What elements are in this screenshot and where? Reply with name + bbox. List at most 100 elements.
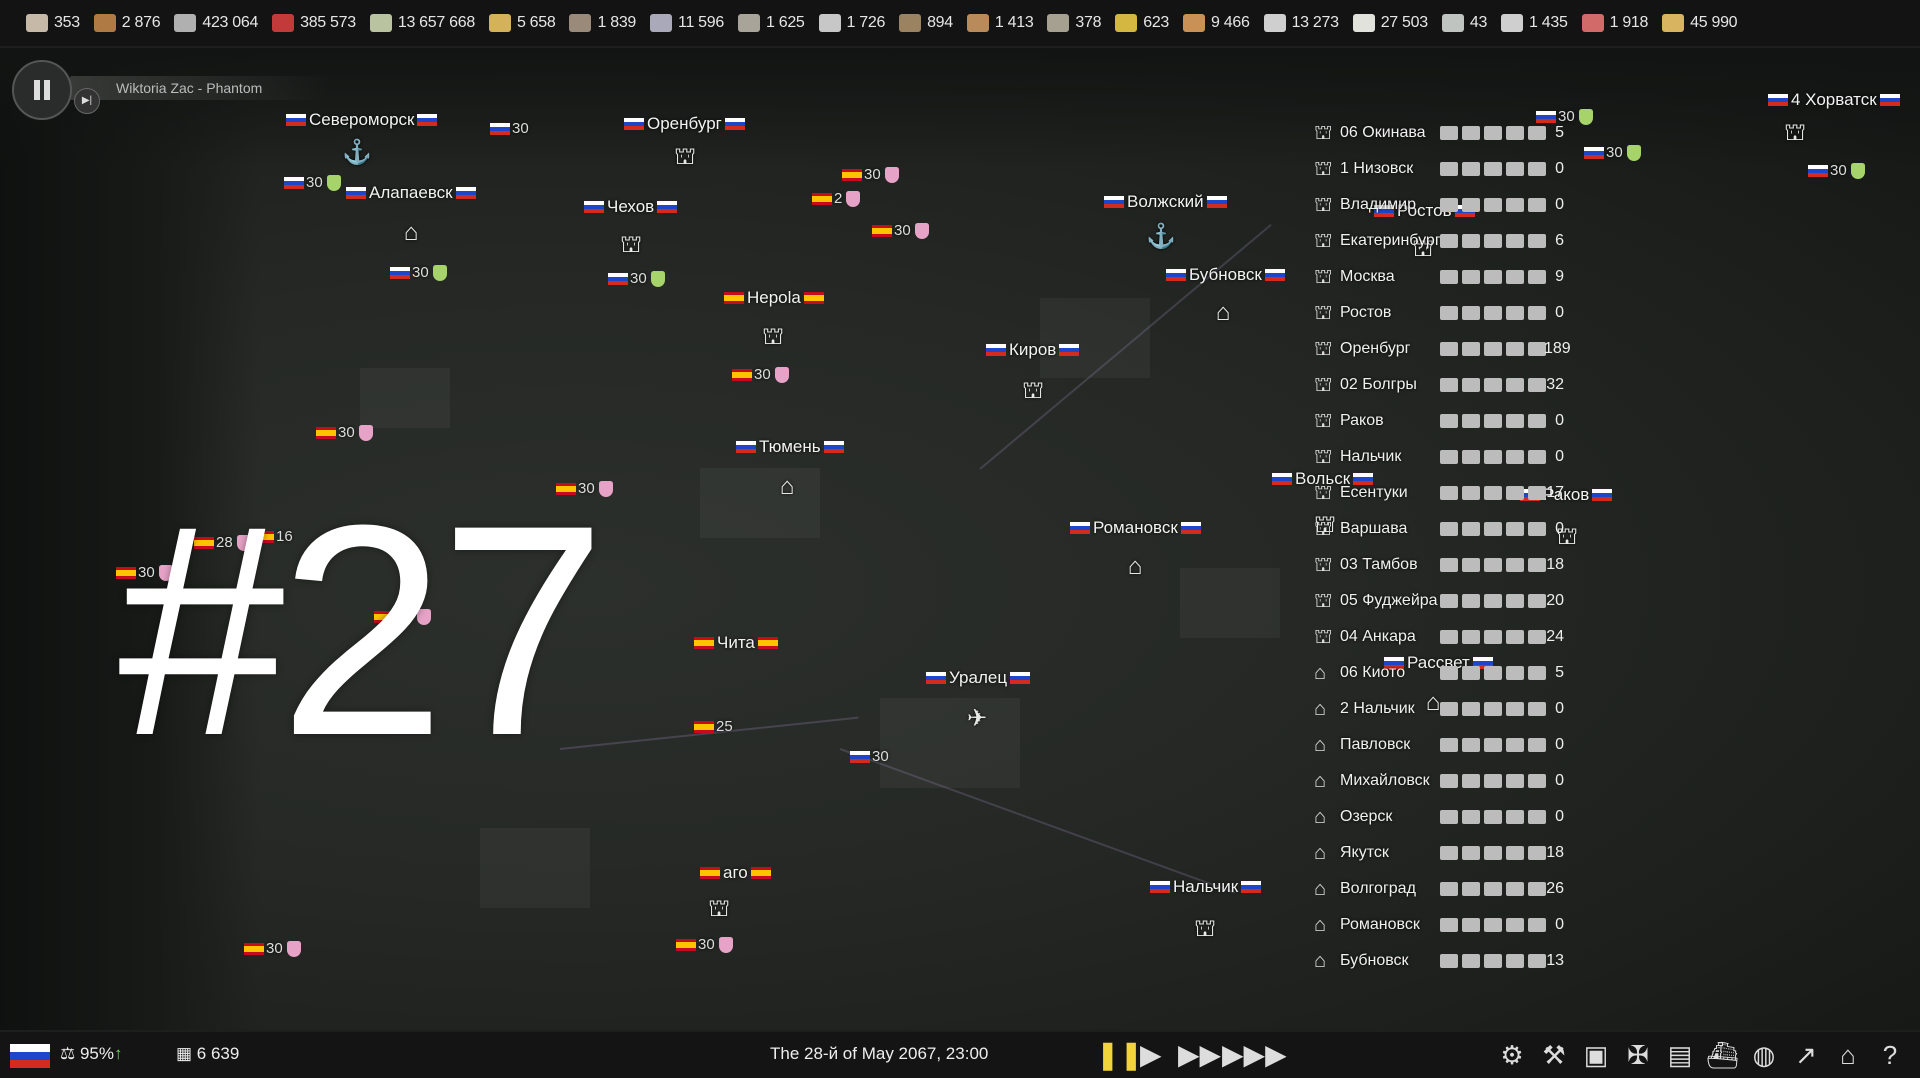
resource-paper[interactable]: 353	[26, 14, 80, 32]
city-list-row[interactable]: ⌂ Михайловск 0	[1296, 766, 1920, 795]
city-list-panel[interactable]: ⛫ 06 Окинава 5 ⛫ 1 Низовск 0 ⛫ Владимир 0 ⛫ Екатер…	[1296, 118, 1920, 1006]
play-button[interactable]: ▶	[1140, 1040, 1162, 1070]
resource-meat[interactable]: 1 918	[1581, 14, 1648, 32]
city-label[interactable]: Североморск	[286, 110, 438, 130]
city-list-row[interactable]: ⌂ 2 Нальчик 0	[1296, 694, 1920, 723]
building-icon[interactable]: ⛫	[758, 324, 788, 350]
resource-fabric[interactable]: 43	[1441, 14, 1487, 32]
resource-ore[interactable]: 894	[899, 14, 953, 32]
next-track-button[interactable]: ▶|	[74, 88, 100, 114]
industry-icon[interactable]: ▣	[1580, 1038, 1612, 1072]
city-label[interactable]: Нерola	[724, 288, 824, 308]
city-label[interactable]: Бубновск	[1166, 265, 1285, 285]
building-icon[interactable]: ⛫	[616, 232, 646, 258]
city-list-row[interactable]: ⌂ Романовск 0	[1296, 910, 1920, 939]
city-list-row[interactable]: ⌂ 06 Киото 5	[1296, 658, 1920, 687]
military-icon[interactable]: ✠	[1622, 1038, 1654, 1072]
building-icon[interactable]: ⌂	[396, 220, 426, 246]
city-list-row[interactable]: ⌂ Бубновск 13	[1296, 946, 1920, 975]
army-unit[interactable]: 30	[284, 174, 341, 191]
statistics-chart-icon[interactable]: ↗	[1790, 1038, 1822, 1072]
city-label[interactable]: Романовск	[1070, 518, 1201, 538]
city-label[interactable]: Алапаевск	[346, 183, 476, 203]
resource-grain[interactable]: 45 990	[1662, 14, 1738, 32]
building-icon[interactable]: ⌂	[1208, 300, 1238, 326]
city-label[interactable]: Волжский	[1104, 192, 1227, 212]
army-unit[interactable]: 30	[732, 366, 789, 383]
city-list-row[interactable]: ⛫ 06 Окинава 5	[1296, 118, 1920, 147]
building-icon[interactable]: ⌂	[772, 474, 802, 500]
resource-plank[interactable]: 1 413	[966, 14, 1034, 32]
city-list-row[interactable]: ⛫ 04 Анкара 24	[1296, 622, 1920, 651]
army-unit[interactable]: 30	[676, 936, 733, 953]
city-list-row[interactable]: ⛫ Нальчик 0	[1296, 442, 1920, 471]
city-list-row[interactable]: ⛫ Оренбург 189	[1296, 334, 1920, 363]
city-label[interactable]: Уралец	[926, 668, 1031, 688]
city-list-row[interactable]: ⛫ Екатеринбург 6	[1296, 226, 1920, 255]
city-list-row[interactable]: ⛫ Ростов 0	[1296, 298, 1920, 327]
city-list-row[interactable]: ⛫ Варшава 0	[1296, 514, 1920, 543]
resource-steel[interactable]: 11 596	[650, 14, 724, 32]
building-icon[interactable]: ⛫	[1190, 916, 1220, 942]
city-list-row[interactable]: ⌂ Озерск 0	[1296, 802, 1920, 831]
anchor-icon[interactable]: ⚓	[342, 140, 372, 166]
airport-icon[interactable]: ✈	[962, 706, 992, 732]
building-icon[interactable]: ⛫	[670, 144, 700, 170]
city-list-row[interactable]: ⛫ 02 Болгры 32	[1296, 370, 1920, 399]
fast-forward-button[interactable]: ▶▶	[1178, 1040, 1221, 1070]
city-list-row[interactable]: ⌂ Якутск 18	[1296, 838, 1920, 867]
army-unit[interactable]: 30	[490, 120, 533, 137]
pause-button[interactable]: ❚❚	[1096, 1040, 1143, 1070]
city-label[interactable]: Чита	[694, 633, 778, 653]
city-label[interactable]: Оренбург	[624, 114, 745, 134]
resource-bottle[interactable]: 1 435	[1501, 14, 1568, 32]
resource-wood[interactable]: 2 876	[93, 14, 161, 32]
city-list-row[interactable]: ⛫ Есентуки 17	[1296, 478, 1920, 507]
army-unit[interactable]: 30	[390, 264, 447, 281]
army-unit[interactable]: 30	[850, 748, 893, 765]
pause-music-button[interactable]	[12, 60, 72, 120]
resource-coal[interactable]: 378	[1047, 14, 1102, 32]
resource-bread[interactable]: 9 466	[1183, 14, 1250, 32]
resource-gravel[interactable]: 1 625	[737, 14, 805, 32]
army-unit[interactable]: 30	[872, 222, 929, 239]
army-unit[interactable]: 2	[812, 190, 861, 207]
army-unit[interactable]: 30	[608, 270, 665, 287]
building-icon[interactable]: ⛫	[704, 896, 734, 922]
army-unit[interactable]: 30	[244, 940, 301, 957]
city-label[interactable]: Нальчик	[1150, 877, 1262, 897]
building-icon[interactable]: ⛫	[1018, 378, 1048, 404]
resource-concrete[interactable]: 13 273	[1263, 14, 1339, 32]
country-flag[interactable]	[10, 1044, 50, 1068]
city-label[interactable]: аго	[700, 863, 771, 883]
resource-feather[interactable]: 423 064	[174, 14, 258, 32]
city-list-row[interactable]: ⌂ Павловск 0	[1296, 730, 1920, 759]
resource-rubble[interactable]: 1 839	[569, 14, 636, 32]
city-list-row[interactable]: ⛫ 1 Низовск 0	[1296, 154, 1920, 183]
army-unit[interactable]: 30	[842, 166, 899, 183]
army-unit[interactable]: 30	[316, 424, 373, 441]
city-list-row[interactable]: ⛫ Раков 0	[1296, 406, 1920, 435]
resource-gold[interactable]: 623	[1115, 14, 1169, 32]
resource-meat-red[interactable]: 385 573	[272, 14, 356, 32]
ship-icon[interactable]: ⛴	[1706, 1038, 1739, 1072]
approval-rating[interactable]: ⚖ 95%↑	[60, 1044, 123, 1064]
building-icon[interactable]: ⌂	[1120, 554, 1150, 580]
city-label[interactable]: 4 Хорватск	[1768, 90, 1900, 110]
factory-icon[interactable]: ▤	[1664, 1038, 1696, 1072]
resource-cotton[interactable]: 27 503	[1352, 14, 1428, 32]
settings-gear-icon[interactable]: ⚙	[1496, 1038, 1528, 1072]
help-icon[interactable]: ?	[1874, 1038, 1906, 1072]
resource-metal-sheet[interactable]: 1 726	[818, 14, 885, 32]
construction-crane-icon[interactable]: ⚒	[1538, 1038, 1570, 1072]
fastest-forward-button[interactable]: ▶▶▶	[1222, 1040, 1287, 1070]
anchor-icon[interactable]: ⚓	[1146, 224, 1176, 250]
city-label[interactable]: Чехов	[584, 197, 678, 217]
city-list-row[interactable]: ⛫ Москва 9	[1296, 262, 1920, 291]
army-unit[interactable]: 25	[694, 718, 737, 735]
population[interactable]: ▦ 6 639	[176, 1044, 239, 1064]
city-list-row[interactable]: ⛫ 03 Тамбов 18	[1296, 550, 1920, 579]
city-list-row[interactable]: ⛫ 05 Фуджейра 20	[1296, 586, 1920, 615]
globe-icon[interactable]: ◍	[1748, 1038, 1780, 1072]
city-label[interactable]: Тюмень	[736, 437, 844, 457]
